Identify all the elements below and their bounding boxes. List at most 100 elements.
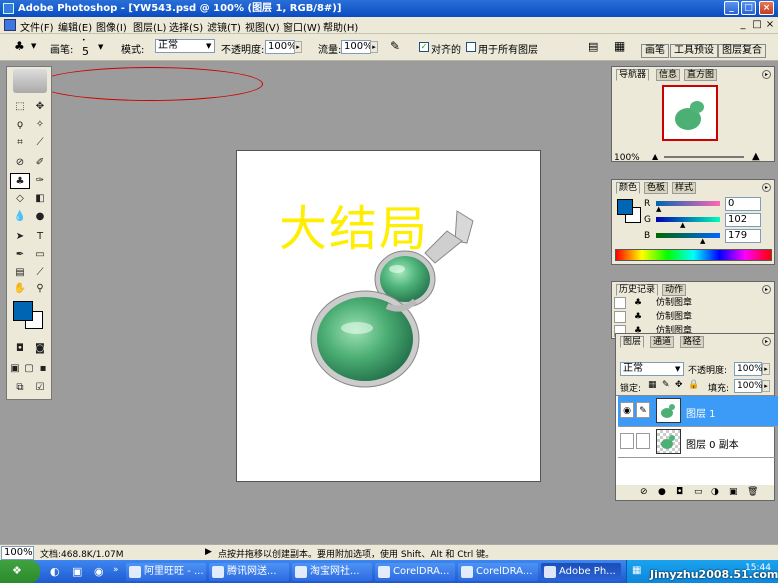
palette-menu-icon[interactable]: ▸ (762, 337, 771, 346)
eye-icon[interactable]: ◉ (620, 402, 634, 418)
navigator-zoom[interactable]: 100% (614, 153, 640, 163)
channel-g-field[interactable]: 102 (725, 213, 761, 227)
taskbar-button[interactable]: CorelDRA... (458, 563, 538, 581)
layer-style-icon[interactable]: ● (658, 487, 666, 497)
well-tab-layer-comps[interactable]: 图层复合 (718, 44, 766, 58)
preset-dropdown-arrow-icon[interactable]: ▼ (31, 42, 36, 50)
layer-opacity-arrow-button[interactable]: ▸ (762, 363, 770, 375)
path-selection-tool-icon[interactable]: ➤ (10, 229, 30, 245)
foreground-color-swatch[interactable] (13, 301, 33, 321)
zoom-tool-icon[interactable]: ⚲ (30, 281, 50, 297)
color-fg-swatch[interactable] (617, 199, 633, 215)
quicklaunch-more-icon[interactable]: » (113, 565, 119, 575)
menu-file[interactable]: 文件(F) (20, 19, 54, 34)
channel-g-slider[interactable] (656, 217, 720, 222)
tab-paths[interactable]: 路径 (680, 336, 705, 348)
all-layers-checkbox[interactable] (466, 42, 476, 52)
document-canvas[interactable]: 大结局 (236, 150, 541, 482)
shape-tool-icon[interactable]: ▭ (30, 247, 50, 263)
menu-help[interactable]: 帮助(H) (323, 19, 358, 34)
lasso-tool-icon[interactable]: ϙ (10, 117, 30, 133)
layer-link-icon[interactable] (636, 433, 650, 449)
history-snapshot-cell[interactable] (614, 311, 626, 323)
fill-field[interactable]: 100% (734, 379, 763, 393)
brush-link-icon[interactable]: ✎ (636, 402, 650, 418)
opacity-arrow-button[interactable]: ▸ (294, 41, 302, 53)
channel-b-handle-icon[interactable]: ▲ (700, 237, 705, 245)
crop-tool-icon[interactable]: ⌗ (10, 135, 30, 151)
channel-g-handle-icon[interactable]: ▲ (680, 221, 685, 229)
blend-mode-select[interactable]: 正常 ▼ (620, 362, 684, 376)
move-tool-icon[interactable]: ✥ (30, 99, 50, 115)
palette-menu-icon[interactable]: ▸ (762, 70, 771, 79)
layer-row[interactable]: 图层 0 副本 (618, 427, 778, 458)
tab-history[interactable]: 历史记录 (616, 284, 659, 296)
palette-menu-icon[interactable]: ▸ (762, 285, 771, 294)
mode-select[interactable]: 正常 ▼ (155, 39, 215, 53)
doc-close-button[interactable]: × (764, 19, 776, 30)
taskbar-button[interactable]: CorelDRA... (375, 563, 455, 581)
flow-arrow-button[interactable]: ▸ (370, 41, 378, 53)
doc-restore-button[interactable]: □ (751, 19, 763, 30)
layer-opacity-field[interactable]: 100% (734, 362, 763, 376)
notes-tool-icon[interactable]: ▤ (10, 265, 30, 281)
type-tool-icon[interactable]: T (30, 229, 50, 245)
tab-color[interactable]: 颜色 (616, 182, 641, 194)
taskbar-button[interactable]: 腾讯网送... (209, 563, 289, 581)
brush-size[interactable]: 5 (82, 45, 89, 58)
file-browser-icon[interactable]: ▤ (588, 40, 598, 53)
clone-stamp-preset-icon[interactable]: ♣ (14, 39, 25, 53)
clone-stamp-tool-icon[interactable]: ♣ (10, 173, 30, 189)
lock-all-icon[interactable]: 🔒 (688, 380, 699, 390)
lock-transparency-icon[interactable]: ▦ (648, 380, 657, 390)
link-layers-icon[interactable]: ⊘ (640, 487, 648, 497)
quicklaunch-media-icon[interactable]: ◉ (94, 565, 104, 578)
status-zoom-field[interactable]: 100% (1, 546, 34, 560)
tab-channels[interactable]: 通道 (650, 336, 675, 348)
minimize-button[interactable]: _ (724, 1, 739, 15)
menu-window[interactable]: 窗口(W) (283, 19, 321, 34)
tab-navigator[interactable]: 导航器 (616, 69, 650, 81)
eraser-tool-icon[interactable]: ◇ (10, 191, 30, 207)
zoom-in-icon[interactable]: ▲ (752, 151, 760, 162)
channel-r-handle-icon[interactable]: ▲ (656, 205, 661, 213)
slice-tool-icon[interactable]: ⟋ (30, 135, 50, 151)
tab-actions[interactable]: 动作 (662, 284, 687, 296)
menu-edit[interactable]: 编辑(E) (58, 19, 92, 34)
flow-field[interactable]: 100% (341, 40, 373, 54)
dodge-tool-icon[interactable]: ● (30, 209, 50, 225)
channel-r-field[interactable]: 0 (725, 197, 761, 211)
history-row[interactable]: ♣ 仿制图章 (614, 297, 765, 309)
tray-network-icon[interactable]: ▦ (632, 565, 641, 576)
close-button[interactable]: × (759, 1, 774, 15)
menu-select[interactable]: 选择(S) (169, 19, 203, 34)
feather-logo-icon[interactable] (13, 69, 47, 93)
jump-to-imageready-icon[interactable]: ⧉ (10, 380, 30, 396)
airbrush-icon[interactable]: ✎ (390, 39, 400, 53)
channel-b-field[interactable]: 179 (725, 229, 761, 243)
tab-info[interactable]: 信息 (656, 69, 681, 81)
zoom-slider[interactable] (664, 156, 744, 158)
tab-swatches[interactable]: 色板 (644, 182, 669, 194)
lock-position-icon[interactable]: ✥ (675, 380, 683, 390)
gradient-tool-icon[interactable]: ◧ (30, 191, 50, 207)
navigator-thumbnail[interactable] (662, 85, 718, 141)
start-button[interactable]: ❖ (0, 560, 40, 583)
hand-tool-icon[interactable]: ✋ (10, 281, 30, 297)
menu-image[interactable]: 图像(I) (96, 19, 127, 34)
history-snapshot-cell[interactable] (614, 297, 626, 309)
quicklaunch-browser-icon[interactable]: ◐ (50, 565, 60, 578)
doc-minimize-button[interactable]: _ (737, 19, 749, 30)
menu-filter[interactable]: 滤镜(T) (207, 19, 241, 34)
taskbar-button[interactable]: 淘宝网社... (292, 563, 372, 581)
eyedropper-tool-icon[interactable]: ⟋ (30, 265, 50, 281)
pen-tool-icon[interactable]: ✒ (10, 247, 30, 263)
imageready-icon[interactable]: ☑ (30, 380, 50, 396)
screen-mode-full-icon[interactable]: ▪ (36, 361, 50, 377)
eye-icon[interactable] (620, 433, 634, 449)
layer-mask-icon[interactable]: ◘ (676, 487, 683, 497)
trash-icon[interactable]: 🗑 (747, 487, 758, 497)
screen-mode-menu-icon[interactable]: ▢ (22, 361, 36, 377)
zoom-out-icon[interactable]: ▲ (652, 152, 658, 161)
marquee-tool-icon[interactable]: ⬚ (10, 99, 30, 115)
